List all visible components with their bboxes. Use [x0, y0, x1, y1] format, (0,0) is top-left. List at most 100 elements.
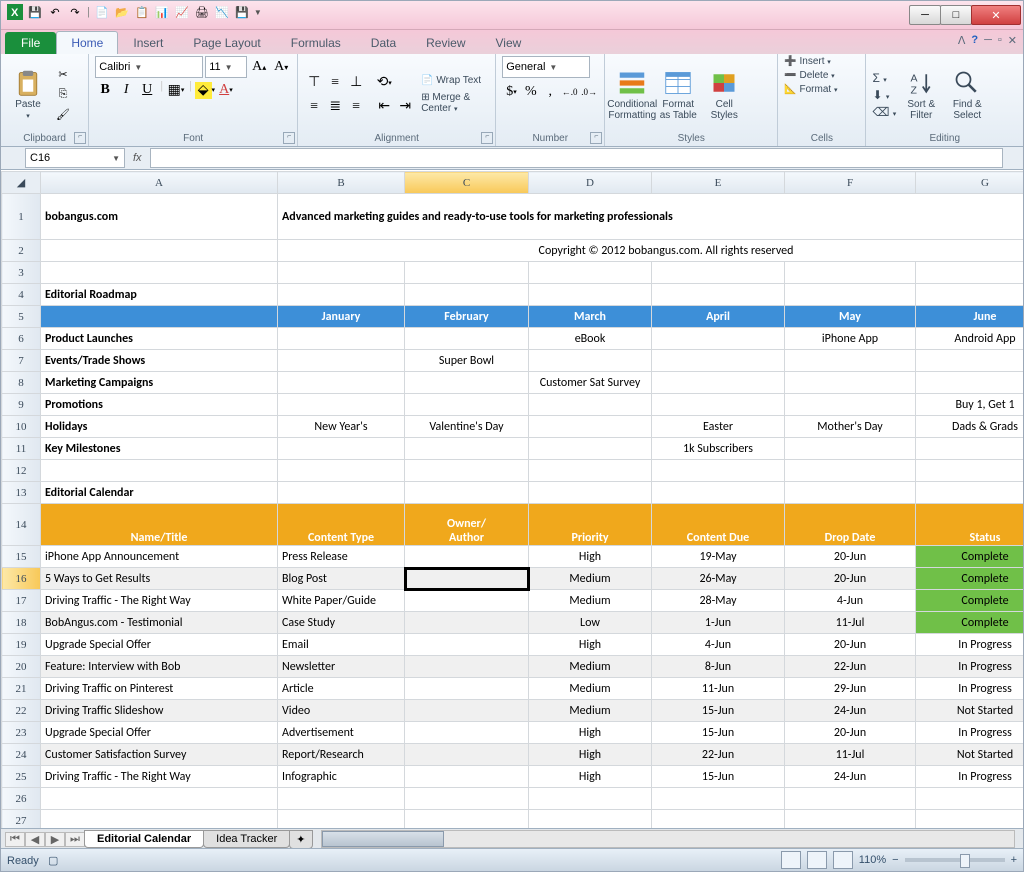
row-header-22[interactable]: 22 [2, 700, 41, 722]
format-as-table-button[interactable]: Format as Table [657, 69, 699, 121]
column-header-C[interactable]: C [405, 172, 529, 194]
row-header-7[interactable]: 7 [2, 350, 41, 372]
row-header-4[interactable]: 4 [2, 284, 41, 306]
row-header-14[interactable]: 14 [2, 504, 41, 546]
border-button[interactable]: ▦▾ [166, 80, 186, 100]
shrink-font-button[interactable]: A▾ [271, 57, 291, 77]
tab-formulas[interactable]: Formulas [276, 31, 356, 54]
fill-color-button[interactable]: ⬙▾ [195, 80, 215, 100]
chart2-icon[interactable]: 📈 [174, 4, 190, 20]
redo-icon[interactable]: ↷ [67, 4, 83, 20]
row-header-13[interactable]: 13 [2, 482, 41, 504]
zoom-in-button[interactable]: + [1011, 854, 1017, 866]
format-painter-button[interactable]: 🖌 [53, 106, 73, 124]
tab-prev-button[interactable]: ◀ [25, 832, 45, 847]
row-header-1[interactable]: 1 [2, 194, 41, 240]
page-layout-view-button[interactable] [807, 851, 827, 869]
tab-next-button[interactable]: ▶ [45, 832, 65, 847]
italic-button[interactable]: I [116, 80, 136, 100]
window-restore-icon[interactable]: ▫ [998, 34, 1002, 47]
page-break-view-button[interactable] [833, 851, 853, 869]
row-header-18[interactable]: 18 [2, 612, 41, 634]
align-bottom-button[interactable]: ⊥ [346, 73, 366, 93]
cell-styles-button[interactable]: Cell Styles [703, 69, 745, 121]
normal-view-button[interactable] [781, 851, 801, 869]
font-launcher[interactable]: ⌐ [283, 132, 295, 144]
increase-indent-button[interactable]: ⇥ [395, 97, 415, 117]
row-header-12[interactable]: 12 [2, 460, 41, 482]
align-right-button[interactable]: ≡ [346, 97, 366, 117]
delete-cells-button[interactable]: ➖ Delete ▾ [784, 70, 859, 81]
tab-first-button[interactable]: ⏮ [5, 832, 25, 847]
alignment-launcher[interactable]: ⌐ [481, 132, 493, 144]
row-header-24[interactable]: 24 [2, 744, 41, 766]
fill-button[interactable]: ⬇ ▾ [872, 88, 896, 102]
number-format-combo[interactable]: General▼ [502, 56, 590, 78]
wrap-text-button[interactable]: 📄 Wrap Text [421, 75, 489, 86]
open-icon[interactable]: 📂 [114, 4, 130, 20]
align-top-button[interactable]: ⊤ [304, 73, 324, 93]
tab-insert[interactable]: Insert [118, 31, 178, 54]
save-icon[interactable]: 💾 [27, 4, 43, 20]
window-min-icon[interactable]: ─ [984, 34, 992, 47]
decrease-decimal-button[interactable]: .0→ [580, 82, 598, 102]
tab-data[interactable]: Data [356, 31, 411, 54]
tab-last-button[interactable]: ⏭ [65, 832, 85, 847]
column-header-B[interactable]: B [278, 172, 405, 194]
tab-view[interactable]: View [481, 31, 537, 54]
tab-page-layout[interactable]: Page Layout [178, 31, 275, 54]
currency-button[interactable]: $▾ [502, 82, 520, 102]
minimize-ribbon-icon[interactable]: ᐱ [958, 34, 966, 47]
worksheet[interactable]: ◢ABCDEFG1bobangus.comAdvanced marketing … [1, 171, 1023, 849]
horizontal-scrollbar[interactable] [321, 830, 1016, 848]
new-icon[interactable]: 📄 [94, 4, 110, 20]
column-header-A[interactable]: A [41, 172, 278, 194]
row-header-9[interactable]: 9 [2, 394, 41, 416]
sheet-tab-editorial-calendar[interactable]: Editorial Calendar [84, 830, 204, 848]
sort-filter-button[interactable]: AZ Sort & Filter [900, 69, 942, 121]
row-header-2[interactable]: 2 [2, 240, 41, 262]
decrease-indent-button[interactable]: ⇤ [374, 97, 394, 117]
row-header-11[interactable]: 11 [2, 438, 41, 460]
percent-button[interactable]: % [522, 82, 540, 102]
minimize-button[interactable]: ─ [909, 5, 941, 25]
name-box[interactable]: C16▼ [25, 148, 125, 168]
bold-button[interactable]: B [95, 80, 115, 100]
comma-button[interactable]: , [541, 82, 559, 102]
row-header-21[interactable]: 21 [2, 678, 41, 700]
font-size-combo[interactable]: 11▼ [205, 56, 247, 78]
font-name-combo[interactable]: Calibri▼ [95, 56, 203, 78]
row-header-6[interactable]: 6 [2, 328, 41, 350]
tab-review[interactable]: Review [411, 31, 480, 54]
copy-button[interactable]: ⎘ [53, 86, 73, 104]
close-button[interactable]: ✕ [971, 5, 1021, 25]
conditional-formatting-button[interactable]: Conditional Formatting [611, 69, 653, 121]
underline-button[interactable]: U [137, 80, 157, 100]
row-header-15[interactable]: 15 [2, 546, 41, 568]
row-header-10[interactable]: 10 [2, 416, 41, 438]
file-tab[interactable]: File [5, 32, 56, 54]
zoom-out-button[interactable]: − [892, 854, 898, 866]
tab-home[interactable]: Home [56, 31, 118, 54]
align-center-button[interactable]: ≣ [325, 97, 345, 117]
row-header-16[interactable]: 16 [2, 568, 41, 590]
paste-button[interactable]: Paste▾ [7, 69, 49, 120]
save2-icon[interactable]: 💾 [234, 4, 250, 20]
copy-icon[interactable]: 📋 [134, 4, 150, 20]
clipboard-launcher[interactable]: ⌐ [74, 132, 86, 144]
merge-center-button[interactable]: ⊞ Merge & Center ▾ [421, 92, 489, 114]
zoom-level[interactable]: 110% [859, 854, 886, 866]
sheet-tab-idea-tracker[interactable]: Idea Tracker [203, 830, 290, 848]
format-cells-button[interactable]: 📐 Format ▾ [784, 84, 859, 95]
insert-cells-button[interactable]: ➕ Insert ▾ [784, 56, 859, 67]
formula-input[interactable] [150, 148, 1003, 168]
fx-icon[interactable]: fx [133, 152, 142, 164]
row-header-20[interactable]: 20 [2, 656, 41, 678]
row-header-5[interactable]: 5 [2, 306, 41, 328]
orientation-button[interactable]: ⟲▾ [374, 73, 394, 93]
cut-button[interactable]: ✂ [53, 66, 73, 84]
undo-icon[interactable]: ↶ [47, 4, 63, 20]
clear-button[interactable]: ⌫ ▾ [872, 105, 896, 119]
find-select-button[interactable]: Find & Select [946, 69, 988, 121]
print-icon[interactable]: 🖨 [194, 4, 210, 20]
